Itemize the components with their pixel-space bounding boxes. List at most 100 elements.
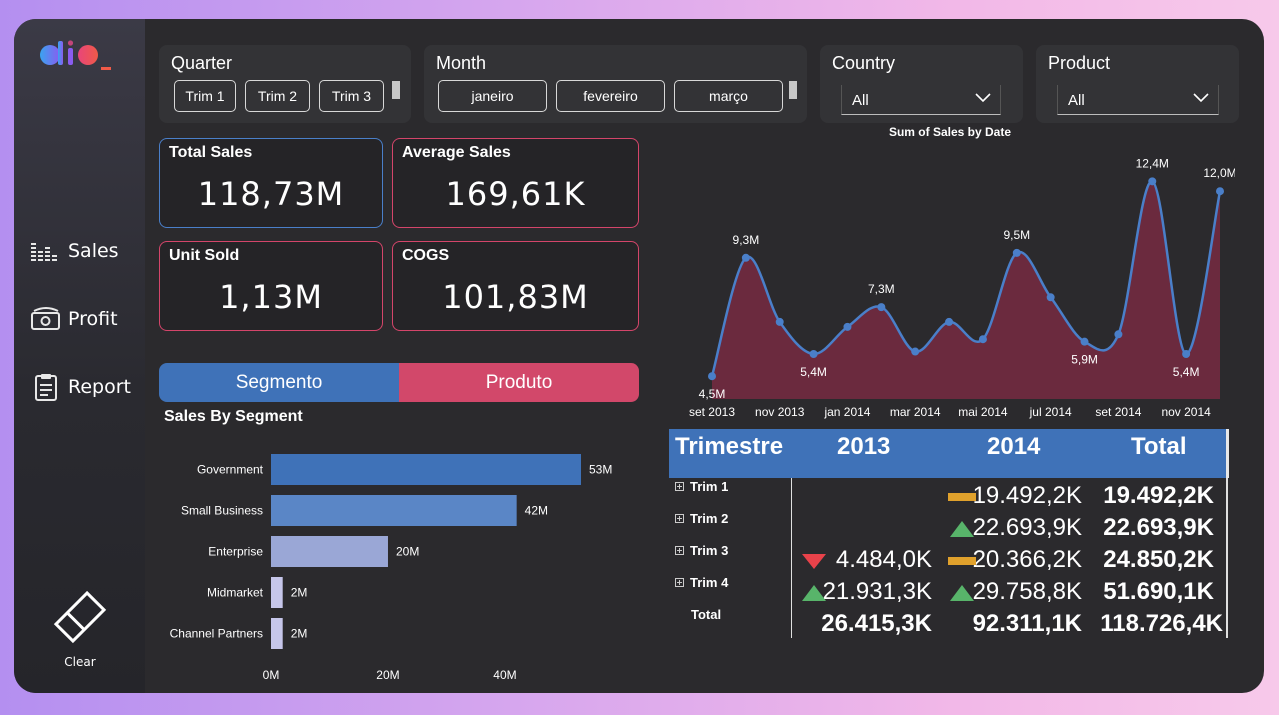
expand-icon[interactable] [675,514,684,523]
segment-bar[interactable] [271,577,283,608]
quarter-option[interactable]: Trim 3 [319,80,384,112]
quarter-slicer: Quarter Trim 1 Trim 2 Trim 3 [159,45,411,123]
card-value: 1,13M [219,278,323,316]
point-value-label: 12,0M [1203,166,1235,180]
product-slicer-title: Product [1048,53,1111,73]
matrix-row-label[interactable]: Trim 2 [675,511,728,526]
x-tick-label: 40M [493,668,516,682]
matrix-row-label[interactable]: Trim 1 [675,479,728,494]
x-tick-label: jan 2014 [823,405,870,419]
nav-profit-label: Profit [68,308,118,330]
sales-area [712,181,1220,399]
segment-bar[interactable] [271,536,388,567]
point-value-label: 4,5M [699,387,726,401]
data-point[interactable] [708,372,716,381]
matrix-cell-2014: 20.366,2K [972,546,1082,573]
x-tick-label: nov 2013 [755,405,805,419]
point-value-label: 7,3M [868,282,895,296]
country-dropdown-value: All [852,92,869,109]
bar-category-label: Government [197,463,264,477]
data-point[interactable] [1114,330,1123,339]
trend-up-icon [950,585,974,601]
expand-icon[interactable] [675,482,684,491]
data-point[interactable] [1182,350,1191,358]
expand-icon[interactable] [675,546,684,555]
month-option[interactable]: fevereiro [556,80,665,112]
bar-category-label: Midmarket [207,586,264,600]
matrix-row-label-text: Trim 4 [690,575,729,590]
segment-bar[interactable] [271,618,283,649]
bar-value-label: 42M [525,504,548,518]
data-point[interactable] [1012,248,1021,257]
total-sales-card: Total Sales 118,73M [159,138,383,228]
nav-sales-label: Sales [68,240,119,262]
point-value-label: 5,9M [1071,353,1098,367]
clear-filters-button[interactable]: Clear [48,585,112,669]
point-value-label: 9,5M [1003,228,1030,242]
bar-category-label: Channel Partners [170,627,263,641]
product-dropdown[interactable]: All [1057,85,1219,115]
nav-report-label: Report [68,376,131,398]
matrix-row-label[interactable]: Trim 4 [675,575,728,590]
month-option[interactable]: março [674,80,783,112]
produto-toggle-button[interactable]: Produto [399,363,639,402]
segment-bar[interactable] [271,495,517,526]
trend-up-icon [950,521,974,537]
x-tick-label: mar 2014 [890,405,941,419]
data-point[interactable] [1148,177,1157,186]
data-point[interactable] [809,350,818,358]
sales-bars-icon [31,243,57,261]
data-point[interactable] [978,335,987,344]
data-point[interactable] [1080,337,1089,346]
matrix-cell-2013: 4.484,0K [835,546,932,573]
bar-value-label: 53M [589,463,612,477]
view-toggle: Segmento Produto [159,363,639,402]
nav-sales[interactable]: Sales [30,237,119,265]
data-point[interactable] [877,303,886,312]
card-value: 169,61K [445,175,586,213]
month-option[interactable]: janeiro [438,80,547,112]
matrix-cell-total: 22.693,9K [1103,514,1214,541]
country-dropdown[interactable]: All [841,85,1001,115]
point-value-label: 5,4M [800,365,827,379]
main-content: Quarter Trim 1 Trim 2 Trim 3 Month janei… [145,19,1264,693]
matrix-header-cell[interactable]: Total [1131,433,1187,461]
matrix-row-label[interactable]: Trim 3 [675,543,728,558]
month-scrollbar[interactable] [789,81,797,99]
bar-value-label: 2M [291,627,308,641]
quarter-option[interactable]: Trim 1 [174,80,236,112]
data-point[interactable] [911,347,920,356]
quarter-scrollbar[interactable] [392,81,400,99]
quarter-option[interactable]: Trim 2 [245,80,310,112]
clipboard-icon [35,374,57,401]
month-slicer: Month janeiro fevereiro março [424,45,807,123]
country-slicer-title: Country [832,53,896,73]
matrix-header-cell[interactable]: Trimestre [675,433,783,461]
x-tick-label: set 2014 [1095,405,1141,419]
data-point[interactable] [1216,187,1224,196]
matrix-total-2014: 92.311,1K [972,610,1082,637]
data-point[interactable] [1046,293,1055,302]
nav-report[interactable]: Report [30,373,131,401]
point-value-label: 12,4M [1136,156,1169,170]
expand-icon[interactable] [675,578,684,587]
data-point[interactable] [741,253,750,262]
data-point[interactable] [775,317,784,326]
segmento-toggle-button[interactable]: Segmento [159,363,399,402]
x-tick-label: mai 2014 [958,405,1008,419]
sales-by-date-chart: Sum of Sales by Date 4,5M 9,3M 5,4M 7,3M 9,5M… [689,125,1235,419]
card-title: Average Sales [402,144,511,161]
nav-profit[interactable]: Profit [30,305,118,333]
point-value-label: 9,3M [733,233,760,247]
product-dropdown-value: All [1068,92,1085,109]
unit-sold-card: Unit Sold 1,13M [159,241,383,331]
data-point[interactable] [945,317,954,326]
matrix-header-cell[interactable]: 2014 [987,433,1040,461]
eraser-icon [53,590,107,644]
matrix-header-cell[interactable]: 2013 [837,433,890,461]
matrix-total-total: 118.726,4K [1100,610,1223,637]
data-point[interactable] [843,322,852,331]
segment-bar[interactable] [271,454,581,485]
sales-matrix: Trimestre 2013 2014 Total Trim 1 19.492,2… [669,429,1229,639]
x-tick-label: jul 2014 [1029,405,1072,419]
